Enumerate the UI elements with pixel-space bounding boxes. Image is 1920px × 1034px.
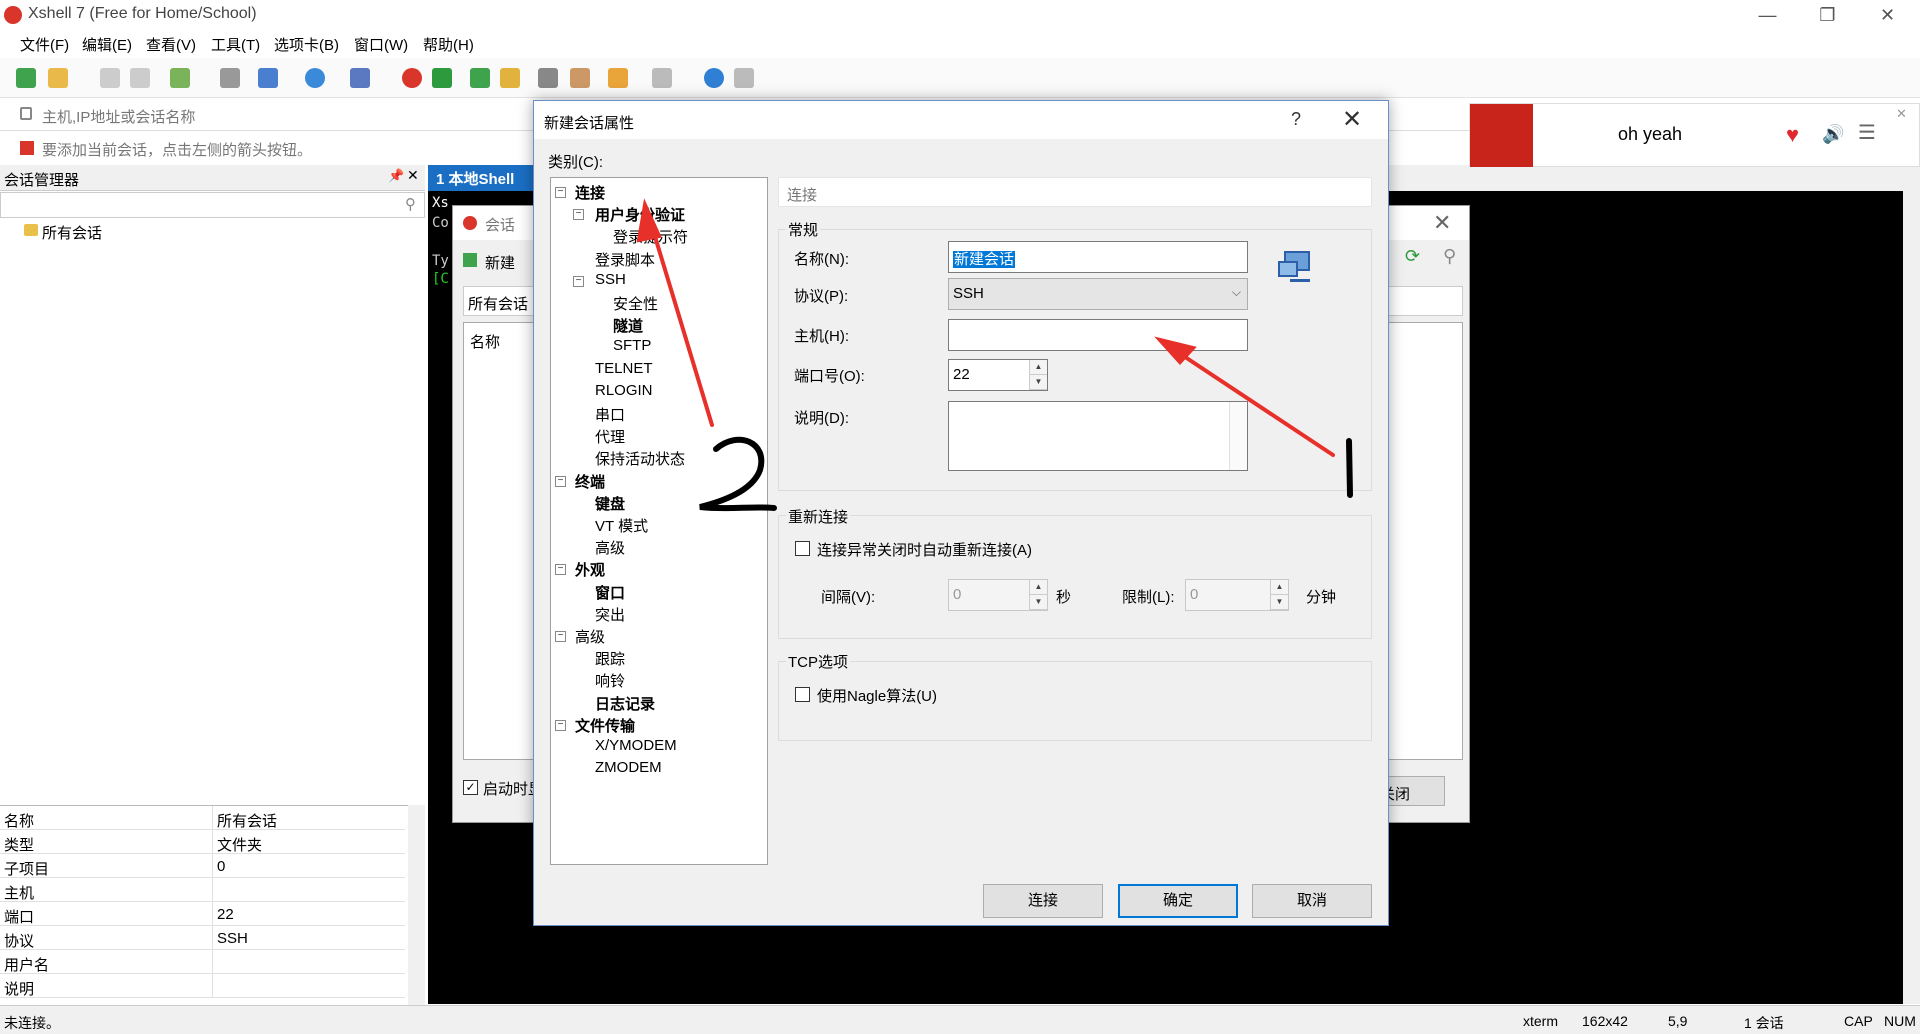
arrow-head: [636, 198, 662, 243]
handwritten-one: [1346, 438, 1353, 498]
caps-indicator: CAP: [1844, 1013, 1873, 1029]
terminal-type: xterm: [1523, 1013, 1558, 1029]
handwritten-two: [699, 436, 777, 512]
cursor-pos: 5,9: [1668, 1013, 1688, 1029]
terminal-size: 162x42: [1582, 1013, 1628, 1029]
status-bar: 未连接。 xterm 162x42 5,9 1 会话 CAP NUM: [0, 1005, 1920, 1034]
annotation-arrow-host: [1168, 345, 1335, 457]
num-indicator: NUM: [1884, 1013, 1916, 1029]
session-count: 1 会话: [1744, 1015, 1784, 1031]
annotation-arrow-auth: [648, 218, 714, 427]
connection-status: 未连接。: [4, 1015, 60, 1031]
annotation-overlay: [636, 198, 1353, 512]
